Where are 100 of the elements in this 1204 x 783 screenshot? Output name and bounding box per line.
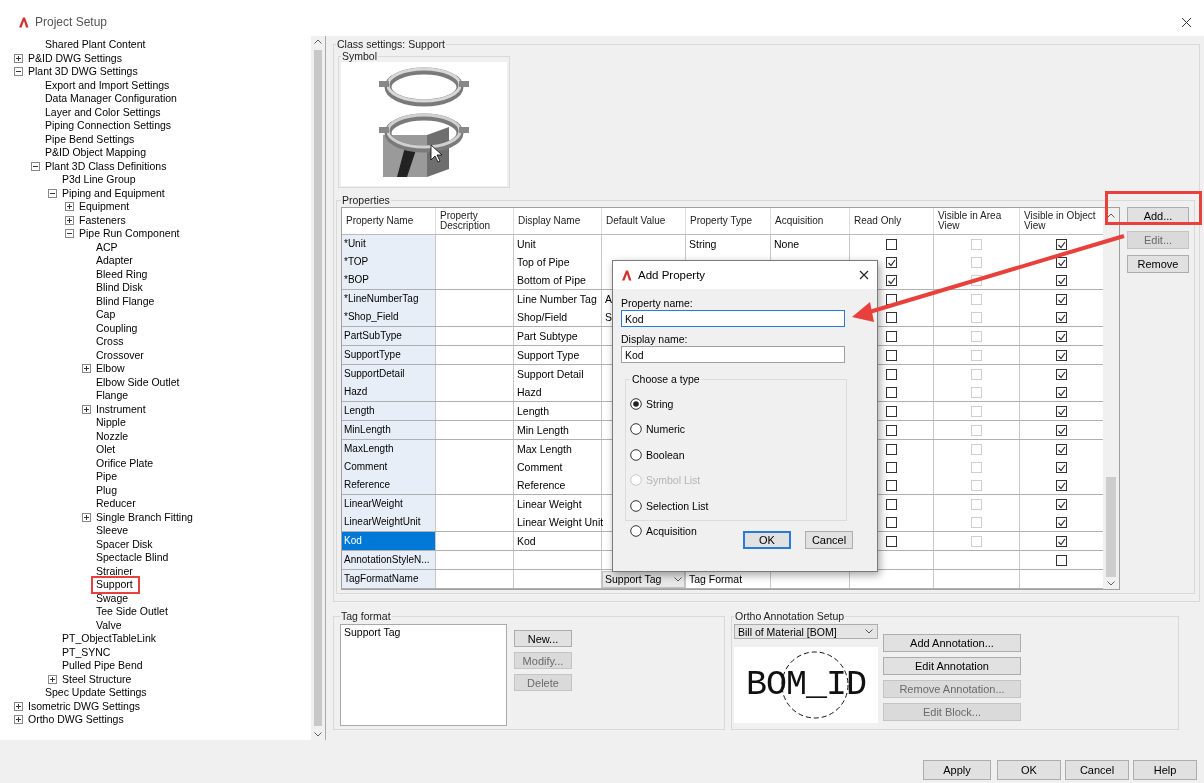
scrollbar-thumb[interactable]	[314, 50, 322, 726]
column-header[interactable]: Display Name	[514, 208, 602, 234]
tree-item[interactable]: Olet	[95, 443, 117, 457]
dialog-button[interactable]: Cancel	[805, 531, 853, 549]
checkbox[interactable]	[1056, 424, 1067, 436]
scroll-down-icon[interactable]	[314, 732, 322, 737]
input-field[interactable]: Kod	[621, 346, 845, 363]
tree-item[interactable]: Plug	[95, 483, 118, 497]
checkbox[interactable]	[1056, 274, 1067, 286]
tree-item[interactable]: ACP	[95, 240, 119, 254]
checkbox[interactable]	[1056, 443, 1067, 455]
expand-icon[interactable]	[65, 202, 74, 212]
checkbox[interactable]	[886, 424, 897, 436]
checkbox[interactable]	[1056, 330, 1067, 342]
tree-item[interactable]: Flange	[95, 389, 130, 403]
checkbox[interactable]	[1056, 386, 1067, 398]
tree-item[interactable]: P&ID Object Mapping	[44, 146, 147, 160]
column-header[interactable]: Property Description	[436, 208, 514, 234]
scrollbar-thumb[interactable]	[1106, 477, 1116, 577]
close-icon[interactable]	[859, 270, 869, 280]
tree-item[interactable]: Pulled Pipe Bend	[61, 659, 144, 673]
column-header[interactable]: Visible in Area View	[934, 208, 1020, 234]
footer-button[interactable]: Help	[1133, 760, 1197, 780]
radio-label[interactable]: Boolean	[646, 448, 685, 461]
tree-item[interactable]: Swage	[95, 591, 130, 605]
column-header[interactable]: Property Type	[686, 208, 771, 234]
expand-icon[interactable]	[14, 53, 23, 63]
checkbox[interactable]	[1056, 479, 1067, 491]
collapse-icon[interactable]	[14, 67, 23, 77]
expand-icon[interactable]	[14, 715, 23, 725]
dropdown[interactable]: Support Tag	[602, 570, 685, 588]
checkbox[interactable]	[886, 368, 897, 380]
tree-item[interactable]: Pipe Run Component	[78, 227, 181, 241]
annotation-button[interactable]: Add Annotation...	[883, 634, 1021, 652]
tree-item[interactable]: Elbow	[95, 362, 126, 376]
tree-item[interactable]: Tee Side Outlet	[95, 605, 169, 619]
tree-item[interactable]: Pipe	[95, 470, 118, 484]
footer-button[interactable]: Apply	[923, 760, 991, 780]
collapse-icon[interactable]	[48, 188, 57, 198]
tree-item[interactable]: Sleeve	[95, 524, 130, 538]
tree-item[interactable]: Reducer	[95, 497, 137, 511]
checkbox[interactable]	[1056, 293, 1067, 305]
checkbox[interactable]	[886, 479, 897, 491]
tree-item[interactable]: Nipple	[95, 416, 127, 430]
radio-label[interactable]: Numeric	[646, 423, 686, 436]
checkbox[interactable]	[886, 330, 897, 342]
checkbox[interactable]	[886, 386, 897, 398]
scroll-up-icon[interactable]	[1107, 213, 1115, 218]
expand-icon[interactable]	[65, 215, 74, 225]
tree-item[interactable]: Adapter	[95, 254, 134, 268]
checkbox[interactable]	[1056, 461, 1067, 473]
checkbox[interactable]	[886, 349, 897, 361]
footer-button[interactable]: OK	[997, 760, 1061, 780]
checkbox[interactable]	[886, 311, 897, 323]
close-icon[interactable]	[1181, 16, 1192, 28]
expand-icon[interactable]	[14, 701, 23, 711]
tree-item[interactable]: Valve	[95, 618, 123, 632]
checkbox[interactable]	[1056, 405, 1067, 417]
tree-item[interactable]: Steel Structure	[61, 672, 133, 686]
checkbox[interactable]	[1056, 349, 1067, 361]
tree-item[interactable]: Data Manager Configuration	[44, 92, 178, 106]
annotation-dropdown[interactable]: Bill of Material [BOM]	[734, 624, 878, 639]
checkbox[interactable]	[886, 498, 897, 510]
checkbox[interactable]	[886, 535, 897, 547]
tag-format-button[interactable]: New...	[514, 630, 572, 647]
tree-item[interactable]: Spectacle Blind	[95, 551, 170, 565]
checkbox[interactable]	[1056, 256, 1067, 268]
checkbox[interactable]	[1056, 238, 1067, 250]
checkbox[interactable]	[886, 256, 897, 268]
tree-item[interactable]: Coupling	[95, 321, 139, 335]
checkbox[interactable]	[1056, 368, 1067, 380]
dialog-button[interactable]: OK	[743, 531, 791, 549]
tree-item[interactable]: Piping Connection Settings	[44, 119, 173, 133]
tree-item[interactable]: Blind Flange	[95, 294, 156, 308]
checkbox[interactable]	[886, 405, 897, 417]
tree-item[interactable]: Layer and Color Settings	[44, 105, 162, 119]
scroll-up-icon[interactable]	[314, 39, 322, 44]
expand-icon[interactable]	[82, 364, 91, 374]
tree-item[interactable]: P3d Line Group	[61, 173, 137, 187]
expand-icon[interactable]	[82, 512, 91, 522]
tree-item[interactable]: Orifice Plate	[95, 456, 155, 470]
radio-label[interactable]: Selection List	[646, 499, 709, 512]
tree-item[interactable]: PT_ObjectTableLink	[61, 632, 157, 646]
tree-item[interactable]: Equipment	[78, 200, 131, 214]
tree-item[interactable]: Nozzle	[95, 429, 130, 443]
checkbox[interactable]	[1056, 311, 1067, 323]
input-field[interactable]: Kod	[621, 310, 845, 327]
column-header[interactable]: Acquisition	[771, 208, 850, 234]
checkbox[interactable]	[886, 238, 897, 250]
list-item[interactable]: Support Tag	[344, 626, 503, 638]
radio-button[interactable]	[630, 423, 642, 436]
column-header[interactable]: Default Value	[602, 208, 686, 234]
tree-item[interactable]: Cross	[95, 335, 125, 349]
checkbox[interactable]	[886, 274, 897, 286]
tree-item[interactable]: Strainer	[95, 564, 134, 578]
column-header[interactable]: Property Name	[342, 208, 436, 234]
collapse-icon[interactable]	[65, 229, 74, 239]
tree-item[interactable]: Pipe Bend Settings	[44, 132, 136, 146]
tree-item[interactable]: Crossover	[95, 348, 145, 362]
radio-button[interactable]	[630, 397, 642, 410]
